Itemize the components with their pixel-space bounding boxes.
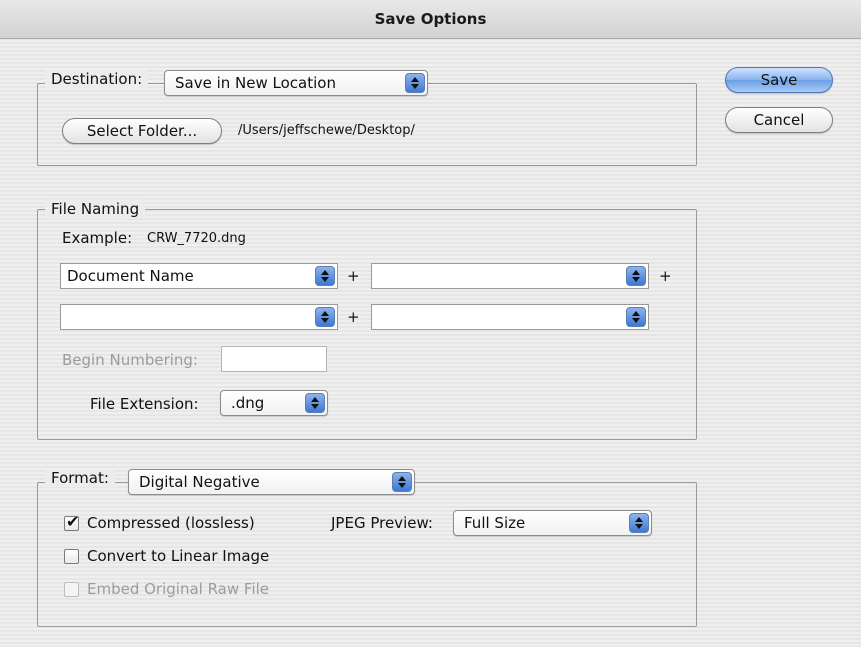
file-naming-title: File Naming <box>51 200 140 218</box>
cancel-button[interactable]: Cancel <box>725 107 833 133</box>
plus-sign: + <box>347 308 360 326</box>
popup-arrows-icon <box>626 266 646 286</box>
format-value: Digital Negative <box>139 473 260 491</box>
embed-label: Embed Original Raw File <box>87 580 270 598</box>
naming-field-4[interactable] <box>371 304 649 330</box>
destination-value: Save in New Location <box>175 74 336 92</box>
popup-arrows-icon <box>626 307 646 327</box>
example-label: Example: <box>62 229 133 247</box>
jpeg-preview-label: JPEG Preview: <box>331 514 433 532</box>
file-extension-popup[interactable]: .dng <box>220 390 328 416</box>
file-naming-legend: File Naming <box>45 199 146 219</box>
compressed-label: Compressed (lossless) <box>87 514 255 532</box>
plus-sign: + <box>659 267 672 285</box>
popup-arrows-icon <box>315 266 335 286</box>
jpeg-preview-popup[interactable]: Full Size <box>453 510 652 536</box>
window-title: Save Options <box>0 0 861 39</box>
begin-numbering-label: Begin Numbering: <box>62 351 198 369</box>
format-popup[interactable]: Digital Negative <box>128 469 415 495</box>
checkmark-icon: ✔ <box>66 512 80 531</box>
naming-field-3[interactable] <box>60 304 338 330</box>
naming-field-1[interactable]: Document Name <box>60 263 338 289</box>
naming-field-1-value: Document Name <box>67 267 194 285</box>
save-button[interactable]: Save <box>725 67 833 93</box>
plus-sign: + <box>347 267 360 285</box>
destination-path: /Users/jeffschewe/Desktop/ <box>238 123 415 138</box>
popup-arrows-icon <box>315 307 335 327</box>
naming-field-2[interactable] <box>371 263 649 289</box>
linear-checkbox[interactable] <box>64 549 79 564</box>
popup-arrows-icon <box>305 393 325 413</box>
select-folder-button[interactable]: Select Folder... <box>62 118 222 144</box>
save-options-dialog: Save Options Save Cancel Destination: Sa… <box>0 0 861 647</box>
popup-arrows-icon <box>392 472 412 492</box>
popup-arrows-icon <box>629 513 649 533</box>
example-value: CRW_7720.dng <box>147 231 246 246</box>
popup-arrows-icon <box>405 73 425 93</box>
compressed-checkbox[interactable]: ✔ <box>64 512 79 531</box>
linear-label: Convert to Linear Image <box>87 547 270 565</box>
begin-numbering-input[interactable] <box>221 346 327 372</box>
destination-label: Destination: <box>51 70 143 88</box>
format-legend: Format: <box>45 469 115 487</box>
destination-legend: Destination: <box>45 70 149 88</box>
file-extension-label: File Extension: <box>90 395 199 413</box>
embed-checkbox[interactable] <box>64 582 79 597</box>
jpeg-preview-value: Full Size <box>464 514 526 532</box>
format-label: Format: <box>51 469 109 487</box>
destination-popup[interactable]: Save in New Location <box>164 70 428 96</box>
